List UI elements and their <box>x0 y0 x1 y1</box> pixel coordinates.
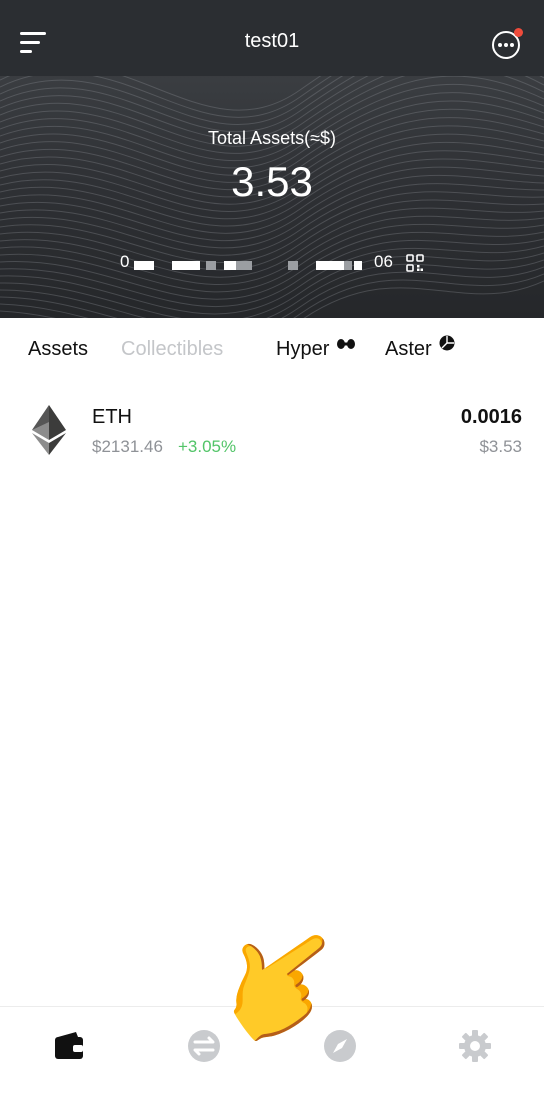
redaction-bar <box>206 261 216 270</box>
asset-balance: 0.0016 <box>460 406 522 428</box>
tab-aster[interactable]: Aster <box>385 335 455 361</box>
total-assets-label: Total Assets(≈$) <box>208 128 336 148</box>
tab-aster-label: Aster <box>385 338 432 360</box>
top-bar: test01 <box>0 0 544 76</box>
redaction-bar <box>134 261 154 270</box>
tab-hyper[interactable]: Hyper <box>276 338 355 361</box>
asset-row-eth[interactable]: ETH $2131.46 +3.05% 0.0016 $3.53 <box>0 392 544 470</box>
aster-logo-icon <box>439 335 455 351</box>
total-assets-value: 3.53 <box>231 158 313 205</box>
redaction-bar <box>172 261 200 270</box>
redaction-bar <box>236 261 252 270</box>
asset-symbol: ETH <box>92 406 132 428</box>
redaction-bar <box>288 261 298 270</box>
gear-icon[interactable] <box>458 1029 492 1063</box>
hyper-logo-icon <box>337 339 355 349</box>
bottom-navigation <box>0 1006 544 1120</box>
redaction-bar <box>224 261 236 270</box>
wallet-icon[interactable] <box>52 1029 86 1063</box>
asset-value: $3.53 <box>479 437 522 456</box>
compass-icon[interactable] <box>323 1029 357 1063</box>
ethereum-icon <box>32 405 66 455</box>
address-end: 06 <box>374 252 393 271</box>
qr-code-icon[interactable] <box>406 254 424 272</box>
more-options-icon[interactable] <box>492 28 523 59</box>
tab-assets[interactable]: Assets <box>28 338 88 361</box>
wallet-name[interactable]: test01 <box>0 30 544 53</box>
redaction-bar <box>354 261 362 270</box>
notification-dot <box>514 28 523 37</box>
tab-hyper-label: Hyper <box>276 338 330 360</box>
redaction-bar <box>316 261 344 270</box>
asset-price: $2131.46 <box>92 437 163 456</box>
redaction-bar <box>344 261 352 270</box>
asset-change: +3.05% <box>178 437 237 456</box>
swap-icon[interactable] <box>187 1029 221 1063</box>
address-start: 0 <box>120 252 130 271</box>
wallet-header: test01 Total Assets(≈$) 3.53 0 06 <box>0 0 544 318</box>
wallet-address[interactable]: 0 06 <box>120 252 430 278</box>
wave-line <box>0 280 544 318</box>
tab-collectibles[interactable]: Collectibles <box>121 338 223 361</box>
asset-tabs: Assets Collectibles Hyper Aster <box>0 318 544 380</box>
